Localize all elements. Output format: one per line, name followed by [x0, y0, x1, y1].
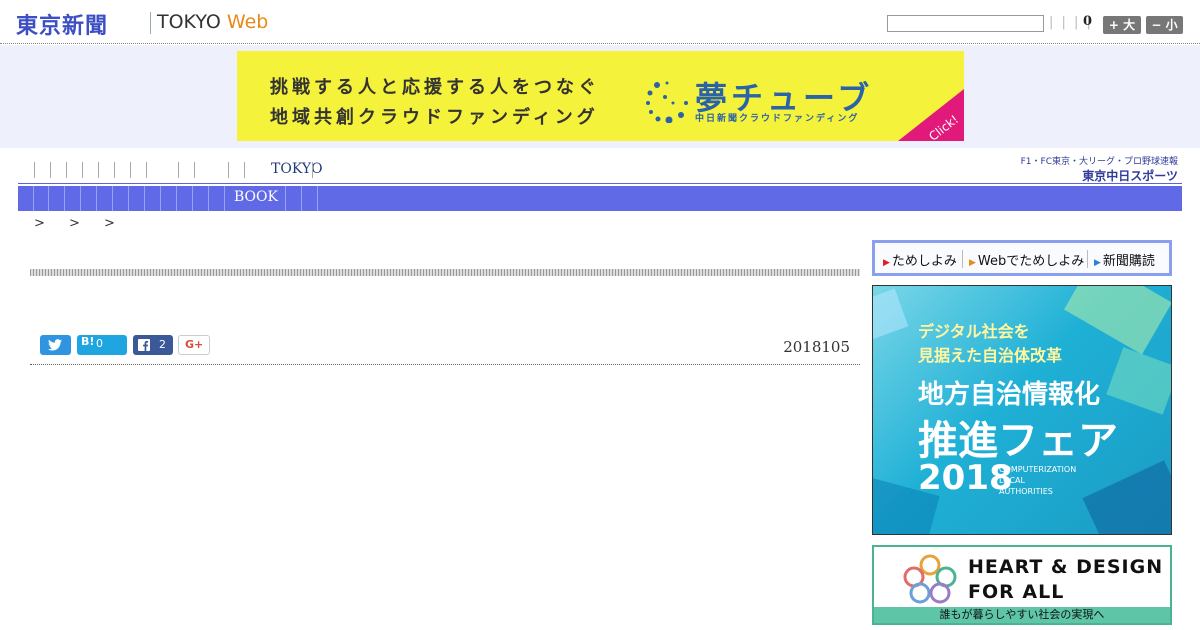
hd-ad-line-2: FOR ALL: [968, 581, 1065, 603]
triangle-right-icon: ▶: [969, 258, 976, 268]
facebook-count: 2: [159, 338, 166, 351]
tokyo-web-logo[interactable]: TOKYO Web: [157, 11, 268, 33]
side-ad-tagline: デジタル社会を見据えた自治体改革: [918, 320, 1062, 368]
facebook-icon: [138, 339, 150, 351]
secondary-nav: BOOK: [18, 186, 1182, 211]
nav-divider: [224, 186, 225, 211]
hd-ad-line-1: HEART & DESIGN: [968, 556, 1164, 578]
side-ad-tagline-1: デジタル社会を: [918, 322, 1030, 341]
sub-divider: [962, 250, 963, 268]
dots-logo-icon: [646, 81, 688, 123]
font-size-small-button[interactable]: − 小: [1146, 16, 1183, 34]
nav-divider: [192, 186, 193, 211]
nav-divider: [244, 162, 245, 178]
web-trial-read-link[interactable]: ▶ Webでためしよみ: [969, 250, 1084, 269]
article-divider: [30, 364, 860, 365]
primary-nav: TOKYO: [18, 156, 1018, 184]
banner-line-1: 挑戦する人と応援する人をつなぐ: [270, 77, 600, 98]
yume-tube-banner[interactable]: 挑戦する人と応援する人をつなぐ 地域共創クラウドファンディング 夢チューブ 中日…: [237, 51, 964, 141]
banner-brand-sub: 中日新聞クラウドファンディング: [695, 114, 860, 124]
sports-link-tagline: F1・FC東京・大リーグ・プロ野球速報: [1020, 157, 1178, 167]
nav-rule: [18, 183, 1182, 184]
nav-divider: [176, 186, 177, 211]
subscribe-label: 新聞購読: [1102, 254, 1155, 269]
web-trial-read-label: Webでためしよみ: [977, 254, 1085, 269]
logo-web-text: Web: [226, 11, 269, 33]
flower-logo-icon: [903, 554, 957, 604]
nav-item-tokyo[interactable]: TOKYO: [271, 161, 323, 177]
nav-divider: [285, 186, 286, 211]
triangle-right-icon: ▶: [883, 258, 890, 268]
article-date: 2018105: [783, 338, 850, 356]
site-header: 東京新聞 TOKYO Web | | | | 0 + 大 − 小: [0, 0, 1200, 44]
nav-divider: [96, 186, 97, 211]
nav-divider: [208, 186, 209, 211]
hd-ad-caption: 誰もが暮らしやすい社会の実現へ: [874, 607, 1170, 623]
nav-divider: [178, 162, 179, 178]
nav-divider: [80, 186, 81, 211]
logo-divider: [150, 12, 151, 34]
nav-divider: [50, 162, 51, 178]
google-plus-icon: G+: [185, 338, 204, 351]
triangle-right-icon: ▶: [1094, 258, 1101, 268]
sub-divider: [1087, 250, 1088, 268]
trial-read-link[interactable]: ▶ ためしよみ: [883, 250, 957, 269]
article-title-rule: [30, 269, 860, 276]
nav-divider: [114, 162, 115, 178]
side-ad-en-1: COMPUTERIZATION: [999, 465, 1077, 474]
nav-divider: [112, 186, 113, 211]
hatena-count: 0: [96, 337, 103, 350]
twitter-share-button[interactable]: [40, 335, 71, 355]
nav-divider: [160, 186, 161, 211]
decor-shape: [873, 288, 909, 344]
breadcrumb[interactable]: > > >: [34, 216, 125, 231]
side-ad-title-1: 地方自治情報化: [918, 380, 1101, 410]
nav-divider: [317, 186, 318, 211]
nav-divider: [144, 186, 145, 211]
banner-line-2: 地域共創クラウドファンディング: [270, 107, 599, 128]
font-size-large-button[interactable]: + 大: [1103, 16, 1141, 34]
nav-divider: [34, 162, 35, 178]
decor-shape: [1082, 460, 1171, 534]
site-logo[interactable]: 東京新聞: [16, 8, 108, 40]
hatena-bookmark-button[interactable]: B! 0: [77, 335, 127, 355]
chunichi-sports-link[interactable]: F1・FC東京・大リーグ・プロ野球速報 東京中日スポーツ: [1021, 154, 1178, 184]
nav-divider: [130, 162, 131, 178]
nav-divider: [146, 162, 147, 178]
nav-divider: [312, 162, 313, 178]
nav-divider: [66, 162, 67, 178]
side-ad-en-2: LOCAL: [999, 476, 1025, 485]
google-plus-share-button[interactable]: G+: [178, 335, 210, 355]
nav-divider: [64, 186, 65, 211]
hatena-icon: B!: [81, 335, 95, 348]
side-ad-english: COMPUTERIZATION LOCAL AUTHORITIES: [999, 464, 1076, 497]
nav-divider: [98, 162, 99, 178]
subscription-box: ▶ ためしよみ ▶ Webでためしよみ ▶ 新聞購読: [872, 240, 1172, 276]
local-authority-fair-ad[interactable]: デジタル社会を 見据えた自治体改革 地方自治情報化 推進フェア 2018 COMP…: [872, 285, 1172, 535]
nav-divider: [301, 186, 302, 211]
heart-design-ad[interactable]: HEART & DESIGN FOR ALL 誰もが暮らしやすい社会の実現へ: [872, 545, 1172, 625]
side-ad-tagline-2: 見据えた自治体改革: [918, 346, 1063, 365]
nav-divider: [128, 186, 129, 211]
decor-shape: [1106, 347, 1171, 415]
decor-shape: [1064, 286, 1171, 355]
twitter-icon: [48, 339, 62, 351]
nav-divider: [194, 162, 195, 178]
subscribe-link[interactable]: ▶ 新聞購読: [1094, 250, 1155, 269]
trial-read-label: ためしよみ: [891, 254, 957, 269]
nav-divider: [228, 162, 229, 178]
search-input[interactable]: [887, 15, 1044, 32]
facebook-share-button[interactable]: 2: [133, 335, 173, 355]
nav-divider: [48, 186, 49, 211]
side-ad-en-3: AUTHORITIES: [999, 487, 1053, 496]
nav-item-book[interactable]: BOOK: [234, 189, 278, 205]
header-count: 0: [1083, 14, 1093, 29]
nav-divider: [82, 162, 83, 178]
logo-tokyo-text: TOKYO: [157, 11, 221, 33]
sports-link-brand: 東京中日スポーツ: [1082, 169, 1178, 183]
nav-divider: [33, 186, 34, 211]
